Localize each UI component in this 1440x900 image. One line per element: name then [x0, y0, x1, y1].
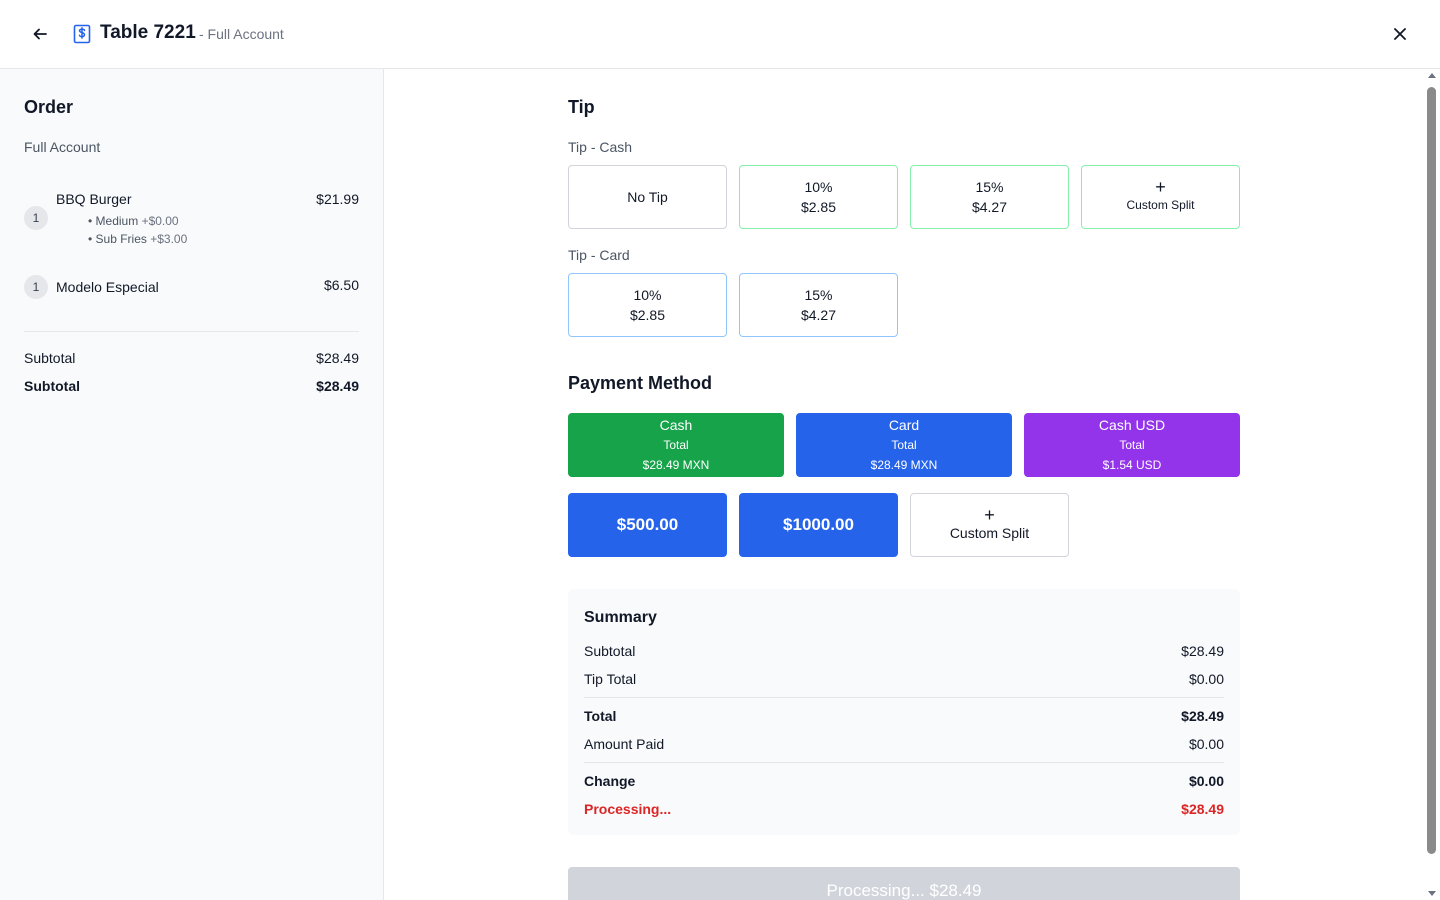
payment-cash-button[interactable]: Cash Total $28.49 MXN	[568, 413, 784, 477]
tip-cash-label: Tip - Cash	[568, 139, 633, 155]
tip-percent: 15%	[975, 179, 1004, 195]
summary-value: $0.00	[1188, 671, 1224, 687]
tip-cash-10-button[interactable]: 10% $2.85	[739, 165, 898, 229]
summary-title: Summary	[584, 609, 657, 626]
scroll-down-icon[interactable]	[1428, 891, 1436, 896]
subtotal-value: $28.49	[316, 378, 359, 394]
plus-icon: +	[984, 505, 995, 525]
tip-cash-15-button[interactable]: 15% $4.27	[910, 165, 1069, 229]
custom-split-label: Custom Split	[949, 525, 1030, 541]
summary-change-row: Change $0.00	[584, 773, 1224, 789]
summary-subtotal-row: Subtotal $28.49	[584, 643, 1224, 659]
order-title: Order	[24, 97, 74, 117]
payment-method-name: Card	[888, 417, 920, 433]
tip-card-label: Tip - Card	[568, 247, 630, 263]
summary-label: Tip Total	[584, 671, 637, 687]
payment-total-label: Total	[891, 438, 917, 452]
subtotal-row-bold: Subtotal $28.49	[24, 378, 359, 394]
item-modifier: • Medium +$0.00	[88, 214, 179, 228]
payment-method-name: Cash	[659, 417, 693, 433]
payment-card-button[interactable]: Card Total $28.49 MXN	[796, 413, 1012, 477]
summary-value: $28.49	[1181, 708, 1224, 724]
summary-label: Total	[584, 708, 617, 724]
account-label: Full Account	[24, 139, 101, 155]
summary-value: $0.00	[1188, 736, 1224, 752]
tip-amount: $4.27	[971, 199, 1008, 215]
item-price: $6.50	[323, 277, 359, 293]
tip-percent: 15%	[804, 287, 833, 303]
page-title: Table 7221	[100, 22, 196, 43]
modifier-name: • Sub Fries	[88, 232, 147, 246]
payment-method-name: Cash USD	[1098, 417, 1166, 433]
payment-main: Tip Tip - Cash No Tip 10% $2.85 15% $4.2…	[384, 69, 1424, 900]
summary-label: Amount Paid	[584, 736, 665, 752]
tip-title: Tip	[568, 97, 595, 117]
tip-custom-split-button[interactable]: + Custom Split	[1081, 165, 1240, 229]
order-item[interactable]: 1 BBQ Burger $21.99 • Medium +$0.00 • Su…	[24, 188, 359, 248]
summary-value: $28.49	[1181, 643, 1224, 659]
tip-cash-no-tip-button[interactable]: No Tip	[568, 165, 727, 229]
subtotal-row: Subtotal $28.49	[24, 350, 359, 366]
order-item[interactable]: 1 Modelo Especial $6.50	[24, 275, 359, 299]
scroll-up-icon[interactable]	[1428, 73, 1436, 78]
summary-total-row: Total $28.49	[584, 708, 1224, 724]
divider	[24, 331, 359, 332]
tip-percent: 10%	[633, 287, 662, 303]
custom-split-label: Custom Split	[1126, 198, 1195, 212]
payment-total-label: Total	[1119, 438, 1145, 452]
order-sidebar: Order Full Account 1 BBQ Burger $21.99 •…	[0, 69, 384, 900]
scrollbar[interactable]	[1424, 69, 1440, 900]
processing-label: Processing...	[584, 801, 672, 817]
process-payment-button[interactable]: Processing... $28.49	[568, 867, 1240, 900]
summary-label: Change	[584, 773, 636, 789]
modifier-price: +$0.00	[141, 214, 179, 228]
quick-amount-500-button[interactable]: $500.00	[568, 493, 727, 557]
payment-amount: $28.49 MXN	[642, 458, 710, 472]
item-name: BBQ Burger	[56, 191, 132, 207]
summary-tip-row: Tip Total $0.00	[584, 671, 1224, 687]
payment-amount: $28.49 MXN	[870, 458, 938, 472]
subtotal-value: $28.49	[316, 350, 359, 366]
item-price: $21.99	[316, 191, 359, 207]
subtotal-label: Subtotal	[24, 378, 80, 394]
payment-cash-usd-button[interactable]: Cash USD Total $1.54 USD	[1024, 413, 1240, 477]
tip-card-10-button[interactable]: 10% $2.85	[568, 273, 727, 337]
processing-value: $28.49	[1181, 801, 1224, 817]
tip-amount: $2.85	[800, 199, 837, 215]
item-modifier: • Sub Fries +$3.00	[88, 232, 187, 246]
payment-custom-split-button[interactable]: + Custom Split	[910, 493, 1069, 557]
subtotal-label: Subtotal	[24, 350, 76, 366]
back-button[interactable]	[28, 22, 52, 46]
plus-icon: +	[1155, 177, 1166, 197]
modifier-price: +$3.00	[150, 232, 188, 246]
summary-paid-row: Amount Paid $0.00	[584, 736, 1224, 752]
divider	[584, 697, 1224, 698]
arrow-left-icon	[33, 28, 47, 40]
item-name: Modelo Especial	[56, 279, 159, 295]
payment-total-label: Total	[663, 438, 689, 452]
tip-option-label: No Tip	[627, 189, 668, 205]
item-quantity-badge: 1	[24, 206, 48, 230]
page-subtitle: - Full Account	[199, 26, 284, 42]
payment-amount: $1.54 USD	[1102, 458, 1162, 472]
modifier-name: • Medium	[88, 214, 139, 228]
summary-panel: Summary Subtotal $28.49 Tip Total $0.00 …	[568, 589, 1240, 835]
summary-status-row: Processing... $28.49	[584, 801, 1224, 817]
tip-amount: $2.85	[629, 307, 666, 323]
close-icon	[1394, 28, 1406, 40]
item-quantity-badge: 1	[24, 275, 48, 299]
scrollbar-thumb[interactable]	[1427, 87, 1436, 854]
summary-label: Subtotal	[584, 643, 636, 659]
tip-amount: $4.27	[800, 307, 837, 323]
divider	[584, 762, 1224, 763]
payment-method-title: Payment Method	[568, 373, 713, 393]
header: Table 7221 - Full Account	[0, 0, 1440, 69]
tip-percent: 10%	[804, 179, 833, 195]
tip-card-15-button[interactable]: 15% $4.27	[739, 273, 898, 337]
quick-amount-1000-button[interactable]: $1000.00	[739, 493, 898, 557]
receipt-dollar-icon	[73, 24, 91, 44]
close-button[interactable]	[1388, 22, 1412, 46]
summary-value: $0.00	[1188, 773, 1224, 789]
